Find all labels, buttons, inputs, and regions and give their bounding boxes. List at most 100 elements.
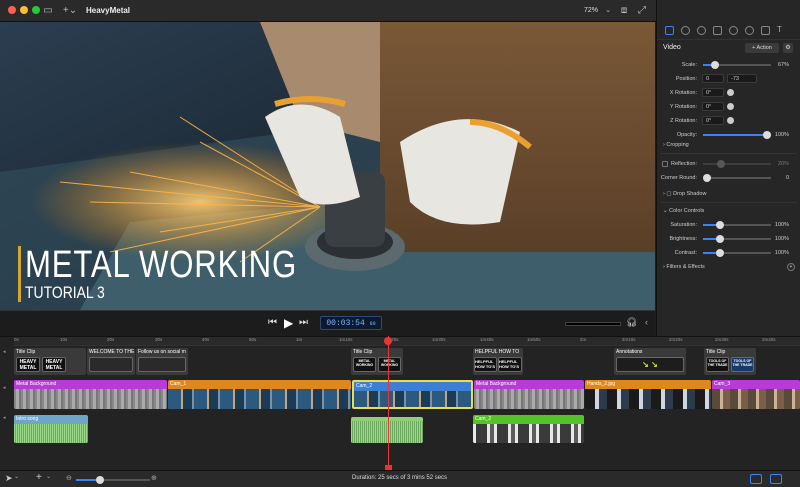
timeline[interactable]: 0s 10s 20s 30s 40s 50s 1m 1m10s 1m20s 1m… (0, 336, 800, 470)
video-clip[interactable]: Hands_2.jpg (585, 380, 711, 409)
annotations-clip[interactable]: Annotations ↘ ↘ (614, 348, 686, 375)
x-rotation-field[interactable]: 0° (702, 88, 724, 97)
zoom-in-icon[interactable]: ⊕ (151, 474, 157, 482)
track-lock-icon[interactable]: ◂ (3, 385, 6, 391)
timeline-ruler[interactable]: 0s 10s 20s 30s 40s 50s 1m 1m10s 1m20s 1m… (14, 337, 800, 346)
scale-value: 67% (777, 62, 789, 68)
chevron-down-icon[interactable]: ⌄ (604, 4, 612, 18)
maximize-window-button[interactable] (32, 6, 40, 14)
chevron-down-icon[interactable]: ⌄ (14, 473, 19, 480)
ruler-tick: 2m20s (669, 337, 683, 342)
title-clip[interactable]: Title Clip TOOLS OF THE TRADE TOOLS OF T… (704, 348, 756, 375)
track-lock-icon[interactable]: ◂ (3, 349, 6, 355)
scale-label: Scale: (681, 62, 697, 68)
clip-thumbnail: HELPFUL HOW TO'S (498, 357, 522, 372)
video-clip[interactable]: Metal Background (474, 380, 584, 409)
chevron-down-icon[interactable]: ⌄ (46, 473, 51, 480)
corner-round-row: Corner Round: 0 (657, 172, 800, 184)
crop-icon[interactable]: ⧈ (619, 4, 629, 18)
audio-tab-icon[interactable] (681, 26, 690, 35)
zoom-out-icon[interactable]: ⊖ (66, 474, 72, 482)
clip-thumbnail (138, 357, 186, 372)
audio-clip[interactable]: Intro song (14, 415, 88, 443)
clip-label: Cam_2 (356, 383, 373, 389)
caption-tab-icon[interactable] (713, 26, 722, 35)
video-clip[interactable]: Cam_2 (473, 415, 584, 443)
video-tab-icon[interactable] (665, 26, 674, 35)
play-icon[interactable]: ▶ (284, 316, 293, 330)
title-clip[interactable]: Title Clip METAL WORKING METAL WORKING (351, 348, 403, 375)
ruler-tick: 1m50s (527, 337, 541, 342)
layout-icon[interactable] (750, 474, 762, 484)
z-rotation-field[interactable]: 0° (702, 116, 724, 125)
speed-tab-icon[interactable] (697, 26, 706, 35)
video-clip[interactable]: Cam_3 (712, 380, 800, 409)
reflection-row: Reflection: 20% (657, 158, 800, 170)
title-clip[interactable]: HELPFUL HOW TO HELPFUL HOW TO'S HELPFUL … (473, 348, 523, 375)
clip-label: Title Clip (16, 349, 36, 355)
clip-filmstrip (474, 389, 584, 409)
fullscreen-icon[interactable]: ⤢ (637, 4, 647, 18)
clip-label: Intro song (16, 416, 39, 422)
overlay-title-line2: TUTORIAL 3 (25, 283, 105, 302)
annotation-tab-icon[interactable] (761, 26, 770, 35)
timeline-zoom-slider[interactable] (76, 476, 150, 484)
fast-forward-icon[interactable]: ⏭ (299, 317, 308, 328)
video-section-title: Video (663, 44, 681, 51)
title-clip[interactable]: WELCOME TO THE (87, 348, 135, 375)
filters-effects-section[interactable]: › Filters & Effects (663, 264, 705, 270)
ruler-tick: 0s (14, 337, 19, 342)
track-lock-icon[interactable]: ◂ (3, 415, 6, 421)
audio-meter (565, 322, 621, 326)
clip-thumbnail: METAL WORKING (378, 357, 401, 372)
video-clip[interactable]: Metal Background (14, 380, 167, 409)
z-rotation-row: Z Rotation: 0° (657, 115, 800, 127)
headphones-icon[interactable]: 🎧︎ (626, 317, 637, 328)
saturation-row: Saturation: 100% (657, 219, 800, 231)
clip-label: HELPFUL HOW TO (475, 349, 520, 355)
timecode-frames: 80 (369, 321, 376, 327)
reflection-label: Reflection: (671, 161, 697, 167)
title-clip[interactable]: Title Clip HEAVY METAL HEAVY METAL (14, 348, 86, 375)
minimize-window-button[interactable] (20, 6, 28, 14)
color-controls-section[interactable]: ⌄ Color Controls (663, 208, 704, 214)
position-y-field[interactable]: -73 (727, 74, 757, 83)
saturation-value: 100% (774, 222, 789, 228)
settings-icon[interactable]: ⚙ (783, 43, 793, 53)
y-rotation-dial-icon[interactable] (727, 103, 734, 110)
clip-label: Title Clip (706, 349, 726, 355)
filter-tab-icon[interactable] (729, 26, 738, 35)
add-filter-icon[interactable]: + (787, 263, 795, 271)
video-clip[interactable]: Cam_1 (168, 380, 351, 409)
position-x-field[interactable]: 0 (702, 74, 724, 83)
audio-clip[interactable] (351, 417, 423, 443)
y-rotation-field[interactable]: 0° (702, 102, 724, 111)
clip-filmstrip (168, 389, 351, 409)
sidebar-toggle-icon[interactable]: ▭ (42, 4, 54, 18)
add-icon[interactable]: + (36, 472, 42, 483)
title-clip[interactable]: Follow us on social m (136, 348, 188, 375)
text-tab-icon[interactable]: T (777, 26, 786, 35)
video-clip-selected[interactable]: Cam_2 (352, 380, 473, 409)
pointer-tool-icon[interactable]: ➤ (5, 473, 13, 484)
ruler-tick: 40s (202, 337, 210, 342)
inspector-panel: T Video + Action ⚙ Scale: 67% Position: … (656, 0, 800, 336)
color-tab-icon[interactable] (745, 26, 754, 35)
timecode-display: 00:03:54 80 (320, 316, 382, 330)
playhead-handle[interactable] (384, 337, 392, 345)
chevron-left-icon[interactable]: ‹ (645, 317, 648, 327)
playhead[interactable] (388, 336, 389, 470)
add-menu-icon[interactable]: +⌄ (62, 4, 78, 18)
clip-filmstrip (354, 391, 471, 407)
zoom-level[interactable]: 72% (584, 4, 598, 18)
drop-shadow-section[interactable]: › ▢ Drop Shadow (663, 191, 706, 197)
z-rotation-dial-icon[interactable] (727, 117, 734, 124)
close-window-button[interactable] (8, 6, 16, 14)
z-rotation-label: Z Rotation: (670, 118, 697, 124)
rewind-icon[interactable]: ⏮ (268, 317, 277, 328)
cropping-section[interactable]: › Cropping (663, 142, 689, 148)
action-button[interactable]: + Action (745, 43, 779, 53)
video-viewer[interactable]: METAL WORKING TUTORIAL 3 (0, 22, 655, 310)
x-rotation-dial-icon[interactable] (727, 89, 734, 96)
layout-icon[interactable] (770, 474, 782, 484)
